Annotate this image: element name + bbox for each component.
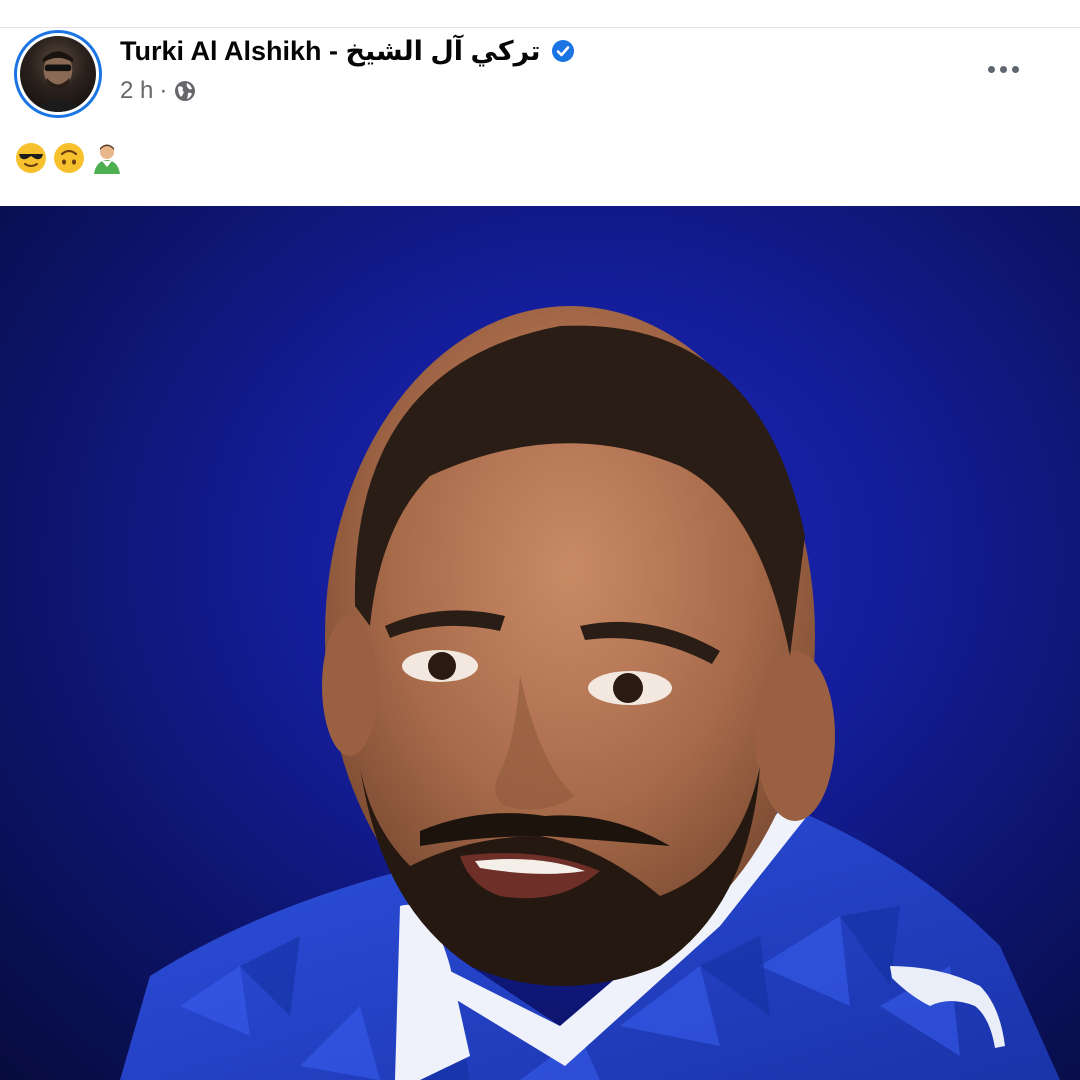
more-options-icon: [987, 65, 995, 73]
author-row: تركي آل الشيخ - Turki Al Alshikh: [120, 34, 575, 68]
player-portrait-photo: [120, 306, 1060, 1080]
author-name[interactable]: تركي آل الشيخ - Turki Al Alshikh: [120, 36, 541, 67]
meta-separator: ·: [159, 77, 168, 104]
post-image[interactable]: [0, 206, 1080, 1080]
globe-icon[interactable]: [173, 79, 197, 103]
post-meta: 2 h ·: [120, 76, 197, 106]
post-text-emojis: [14, 141, 124, 175]
verified-badge-icon: [551, 39, 575, 63]
person-emoji: [90, 141, 124, 175]
upside-down-face-emoji: [52, 141, 86, 175]
top-strip: [0, 0, 1080, 28]
avatar-photo: [20, 36, 96, 112]
avatar[interactable]: [14, 30, 102, 118]
more-options-button[interactable]: [975, 56, 1031, 82]
post-timestamp[interactable]: 2 h: [120, 77, 153, 105]
smiling-face-with-sunglasses-emoji: [14, 141, 48, 175]
post-header: تركي آل الشيخ - Turki Al Alshikh 2 h ·: [0, 28, 1080, 206]
